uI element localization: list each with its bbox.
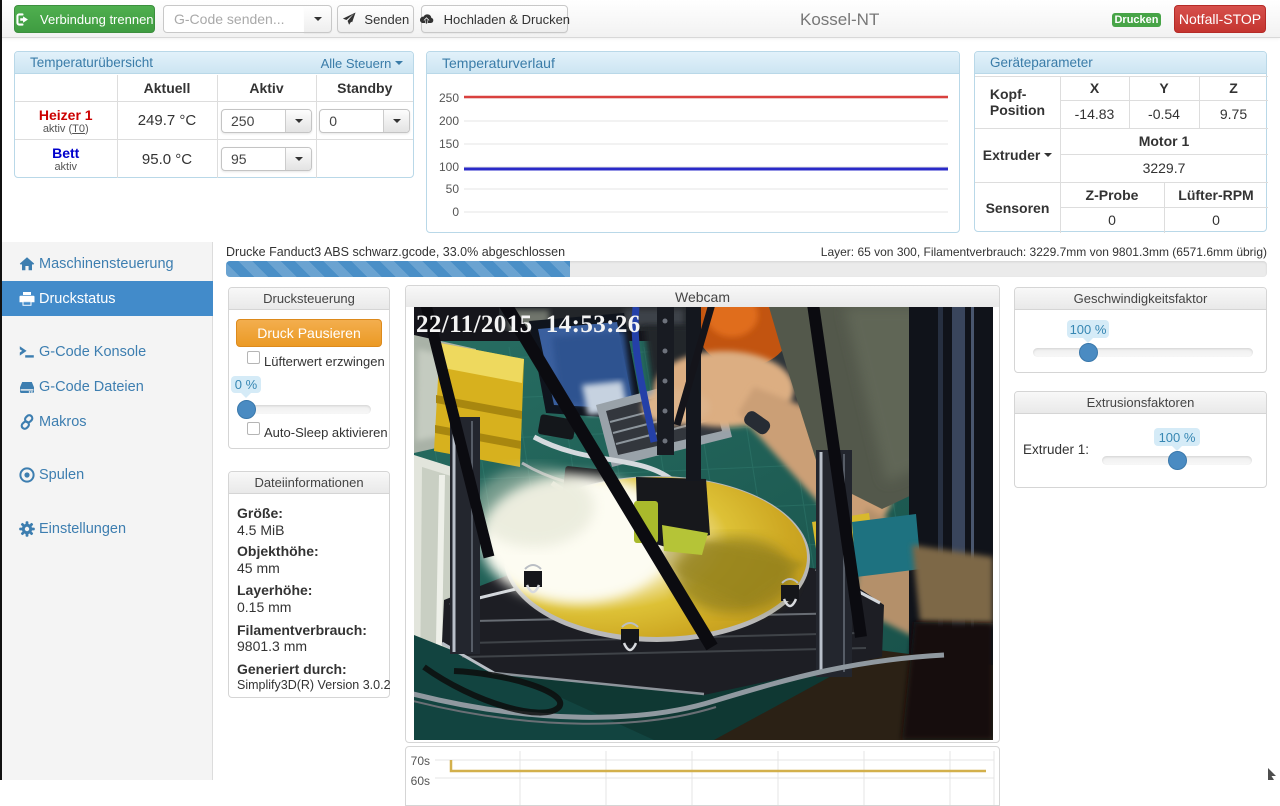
svg-text:22/11/2015 14:53:26: 22/11/2015 14:53:26 (416, 311, 641, 338)
svg-text:150: 150 (439, 137, 459, 151)
svg-text:200: 200 (439, 114, 459, 128)
svg-text:100: 100 (439, 160, 459, 174)
svg-text:0: 0 (452, 205, 459, 219)
svg-text:70s: 70s (411, 754, 430, 768)
svg-text:60s: 60s (411, 774, 430, 788)
svg-text:50: 50 (446, 182, 460, 196)
svg-text:250: 250 (439, 91, 459, 105)
